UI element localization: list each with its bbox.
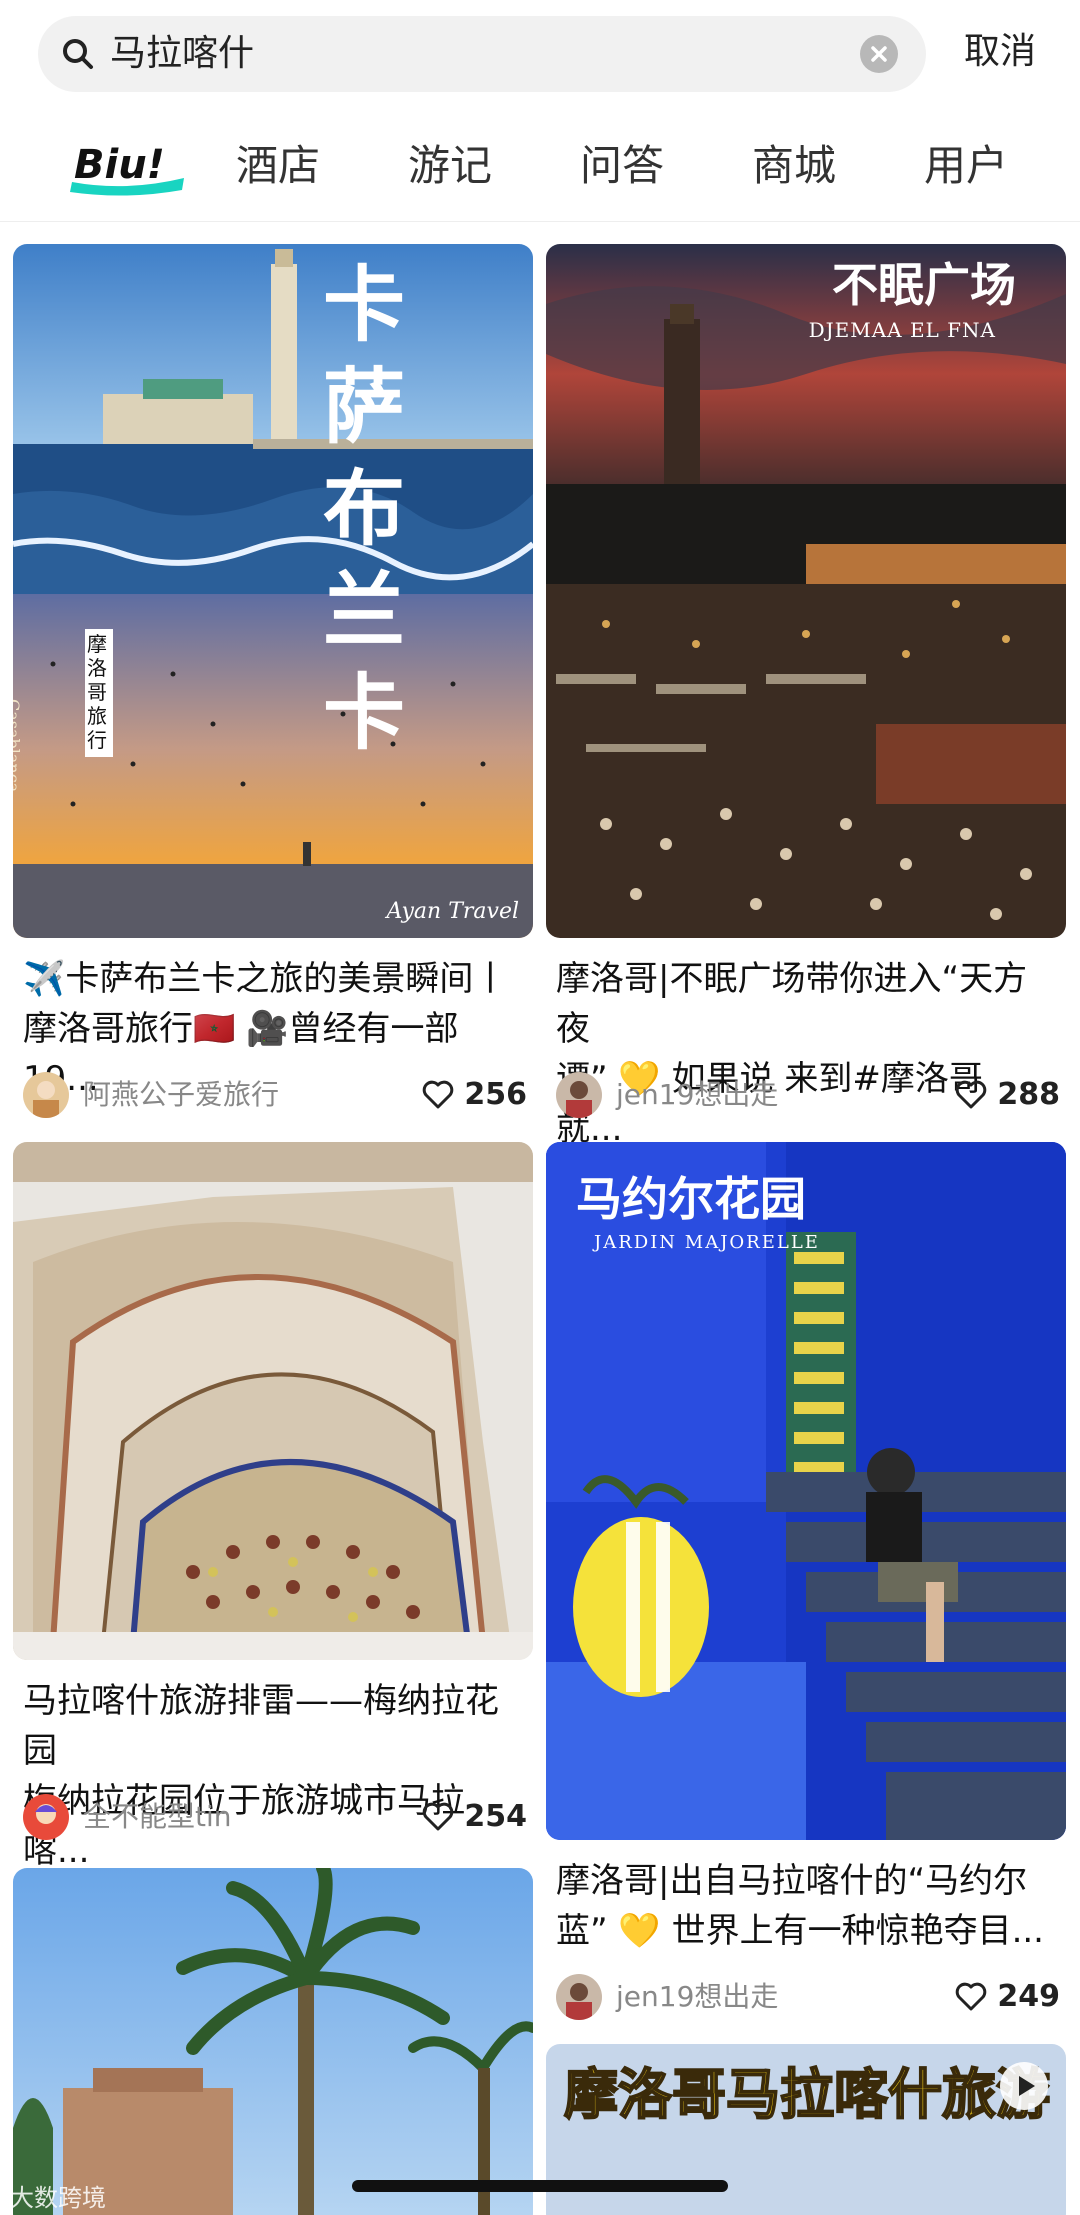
note-card[interactable]: 卡萨布兰卡 摩洛哥旅行 Casablanca Ayan Travel ✈️卡萨布… <box>13 244 533 1134</box>
like-count: 256 <box>464 1076 527 1112</box>
card-cover-title: 马约尔花园 <box>576 1172 806 1226</box>
avatar[interactable] <box>556 1072 602 1118</box>
tab-travelogue[interactable]: 游记 <box>408 138 492 194</box>
avatar-image <box>23 1794 69 1840</box>
card-cover-image <box>13 1142 533 1660</box>
like-count: 254 <box>464 1798 527 1834</box>
card-cover-brand: Ayan Travel <box>386 899 520 924</box>
heart-icon <box>956 1982 987 2011</box>
home-indicator[interactable] <box>352 2180 728 2192</box>
card-meta: 全不能型tin 254 <box>23 1792 527 1842</box>
tab-hotel[interactable]: 酒店 <box>236 138 320 194</box>
arch-photo <box>13 1142 533 1660</box>
card-meta: jen19想出走 249 <box>556 1972 1060 2022</box>
card-cover-title: 摩洛哥马拉喀什旅游 <box>563 2062 1051 2127</box>
avatar[interactable] <box>23 1072 69 1118</box>
avatar[interactable] <box>23 1794 69 1840</box>
author-name[interactable]: jen19想出走 <box>616 1076 778 1114</box>
like-count: 249 <box>997 1978 1060 2014</box>
play-icon[interactable] <box>1000 2062 1048 2110</box>
card-title-line: 摩洛哥|不眠广场带你进入“天方夜 <box>556 959 1028 1049</box>
card-cover-side-en: Casablanca <box>13 699 23 793</box>
avatar-image <box>23 1072 69 1118</box>
like-button[interactable]: 256 <box>420 1074 527 1114</box>
search-query-text: 马拉喀什 <box>110 33 255 74</box>
card-cover-side-tag: 摩洛哥旅行 <box>87 632 107 752</box>
tab-biu[interactable]: Biu! <box>66 134 190 204</box>
like-button[interactable]: 249 <box>953 1976 1060 2016</box>
note-card[interactable]: 不眠广场 DJEMAA EL FNA 摩洛哥|不眠广场带你进入“天方夜 谭” 💛… <box>546 244 1066 1149</box>
search-header: 马拉喀什 取消 <box>0 0 1080 108</box>
avatar-image <box>556 1072 602 1118</box>
search-icon <box>63 39 93 69</box>
card-title: 摩洛哥|出自马拉喀什的“马约尔 蓝” 💛 世界上有一种惊艳夺目... <box>556 1856 1056 1956</box>
like-count: 288 <box>997 1076 1060 1112</box>
search-input[interactable]: 马拉喀什 <box>38 16 926 92</box>
card-cover-subtitle: JARDIN MAJORELLE <box>594 1232 820 1253</box>
clear-search-button[interactable] <box>860 35 898 73</box>
card-cover-image: 不眠广场 DJEMAA EL FNA <box>546 244 1066 938</box>
card-title: 摩洛哥|不眠广场带你进入“天方夜 谭” 💛 如果说 来到#摩洛哥 就... <box>556 954 1056 1154</box>
cancel-button[interactable]: 取消 <box>964 24 1036 80</box>
author-name[interactable]: 阿燕公子爱旅行 <box>83 1076 279 1114</box>
category-tabs: Biu! 酒店 游记 问答 商城 用户 <box>0 112 1080 222</box>
note-card[interactable] <box>13 1868 533 2215</box>
card-title-line: 马拉喀什旅游排雷——梅纳拉花园 <box>23 1681 499 1771</box>
avatar-image <box>556 1974 602 2020</box>
night-square-photo <box>546 244 1066 938</box>
card-cover-subtitle: DJEMAA EL FNA <box>808 318 996 342</box>
casablanca-photo <box>13 244 533 938</box>
card-title-line: ✈️卡萨布兰卡之旅的美景瞬间丨 <box>23 959 508 999</box>
card-cover-title: 不眠广场 <box>832 258 1016 312</box>
watermark: 大数跨境 <box>10 2184 106 2212</box>
tab-users[interactable]: 用户 <box>924 138 1008 194</box>
like-button[interactable]: 288 <box>953 1074 1060 1114</box>
tab-biu-label: Biu! <box>74 142 165 188</box>
play-triangle <box>1019 2076 1035 2096</box>
card-title-line: 摩洛哥|出自马拉喀什的“马约尔 <box>556 1861 1028 1901</box>
heart-icon <box>423 1802 454 1831</box>
card-cover-title: 卡萨布兰卡 <box>323 257 406 761</box>
tab-mall[interactable]: 商城 <box>752 138 836 194</box>
tab-qa[interactable]: 问答 <box>580 138 664 194</box>
author-name[interactable]: jen19想出走 <box>616 1978 778 2016</box>
card-meta: 阿燕公子爱旅行 256 <box>23 1070 527 1120</box>
note-card[interactable]: 马约尔花园 JARDIN MAJORELLE 摩洛哥|出自马拉喀什的“马约尔 蓝… <box>546 1142 1066 2032</box>
card-cover-image: 卡萨布兰卡 摩洛哥旅行 Casablanca Ayan Travel <box>13 244 533 938</box>
card-meta: jen19想出走 288 <box>556 1070 1060 1120</box>
close-icon <box>871 46 887 62</box>
card-cover-image: 马约尔花园 JARDIN MAJORELLE <box>546 1142 1066 1840</box>
author-name[interactable]: 全不能型tin <box>83 1798 232 1836</box>
palm-photo <box>13 1868 533 2215</box>
like-button[interactable]: 254 <box>420 1796 527 1836</box>
heart-icon <box>956 1080 987 1109</box>
card-cover-image <box>13 1868 533 2215</box>
card-title-line: 蓝” 💛 世界上有一种惊艳夺目... <box>556 1911 1044 1951</box>
avatar[interactable] <box>556 1974 602 2020</box>
heart-icon <box>423 1080 454 1109</box>
note-card[interactable]: 马拉喀什旅游排雷——梅纳拉花园 梅纳拉花园位于旅游城市马拉喀... 全不能型ti… <box>13 1142 533 1871</box>
card-title: 马拉喀什旅游排雷——梅纳拉花园 梅纳拉花园位于旅游城市马拉喀... <box>23 1676 523 1876</box>
